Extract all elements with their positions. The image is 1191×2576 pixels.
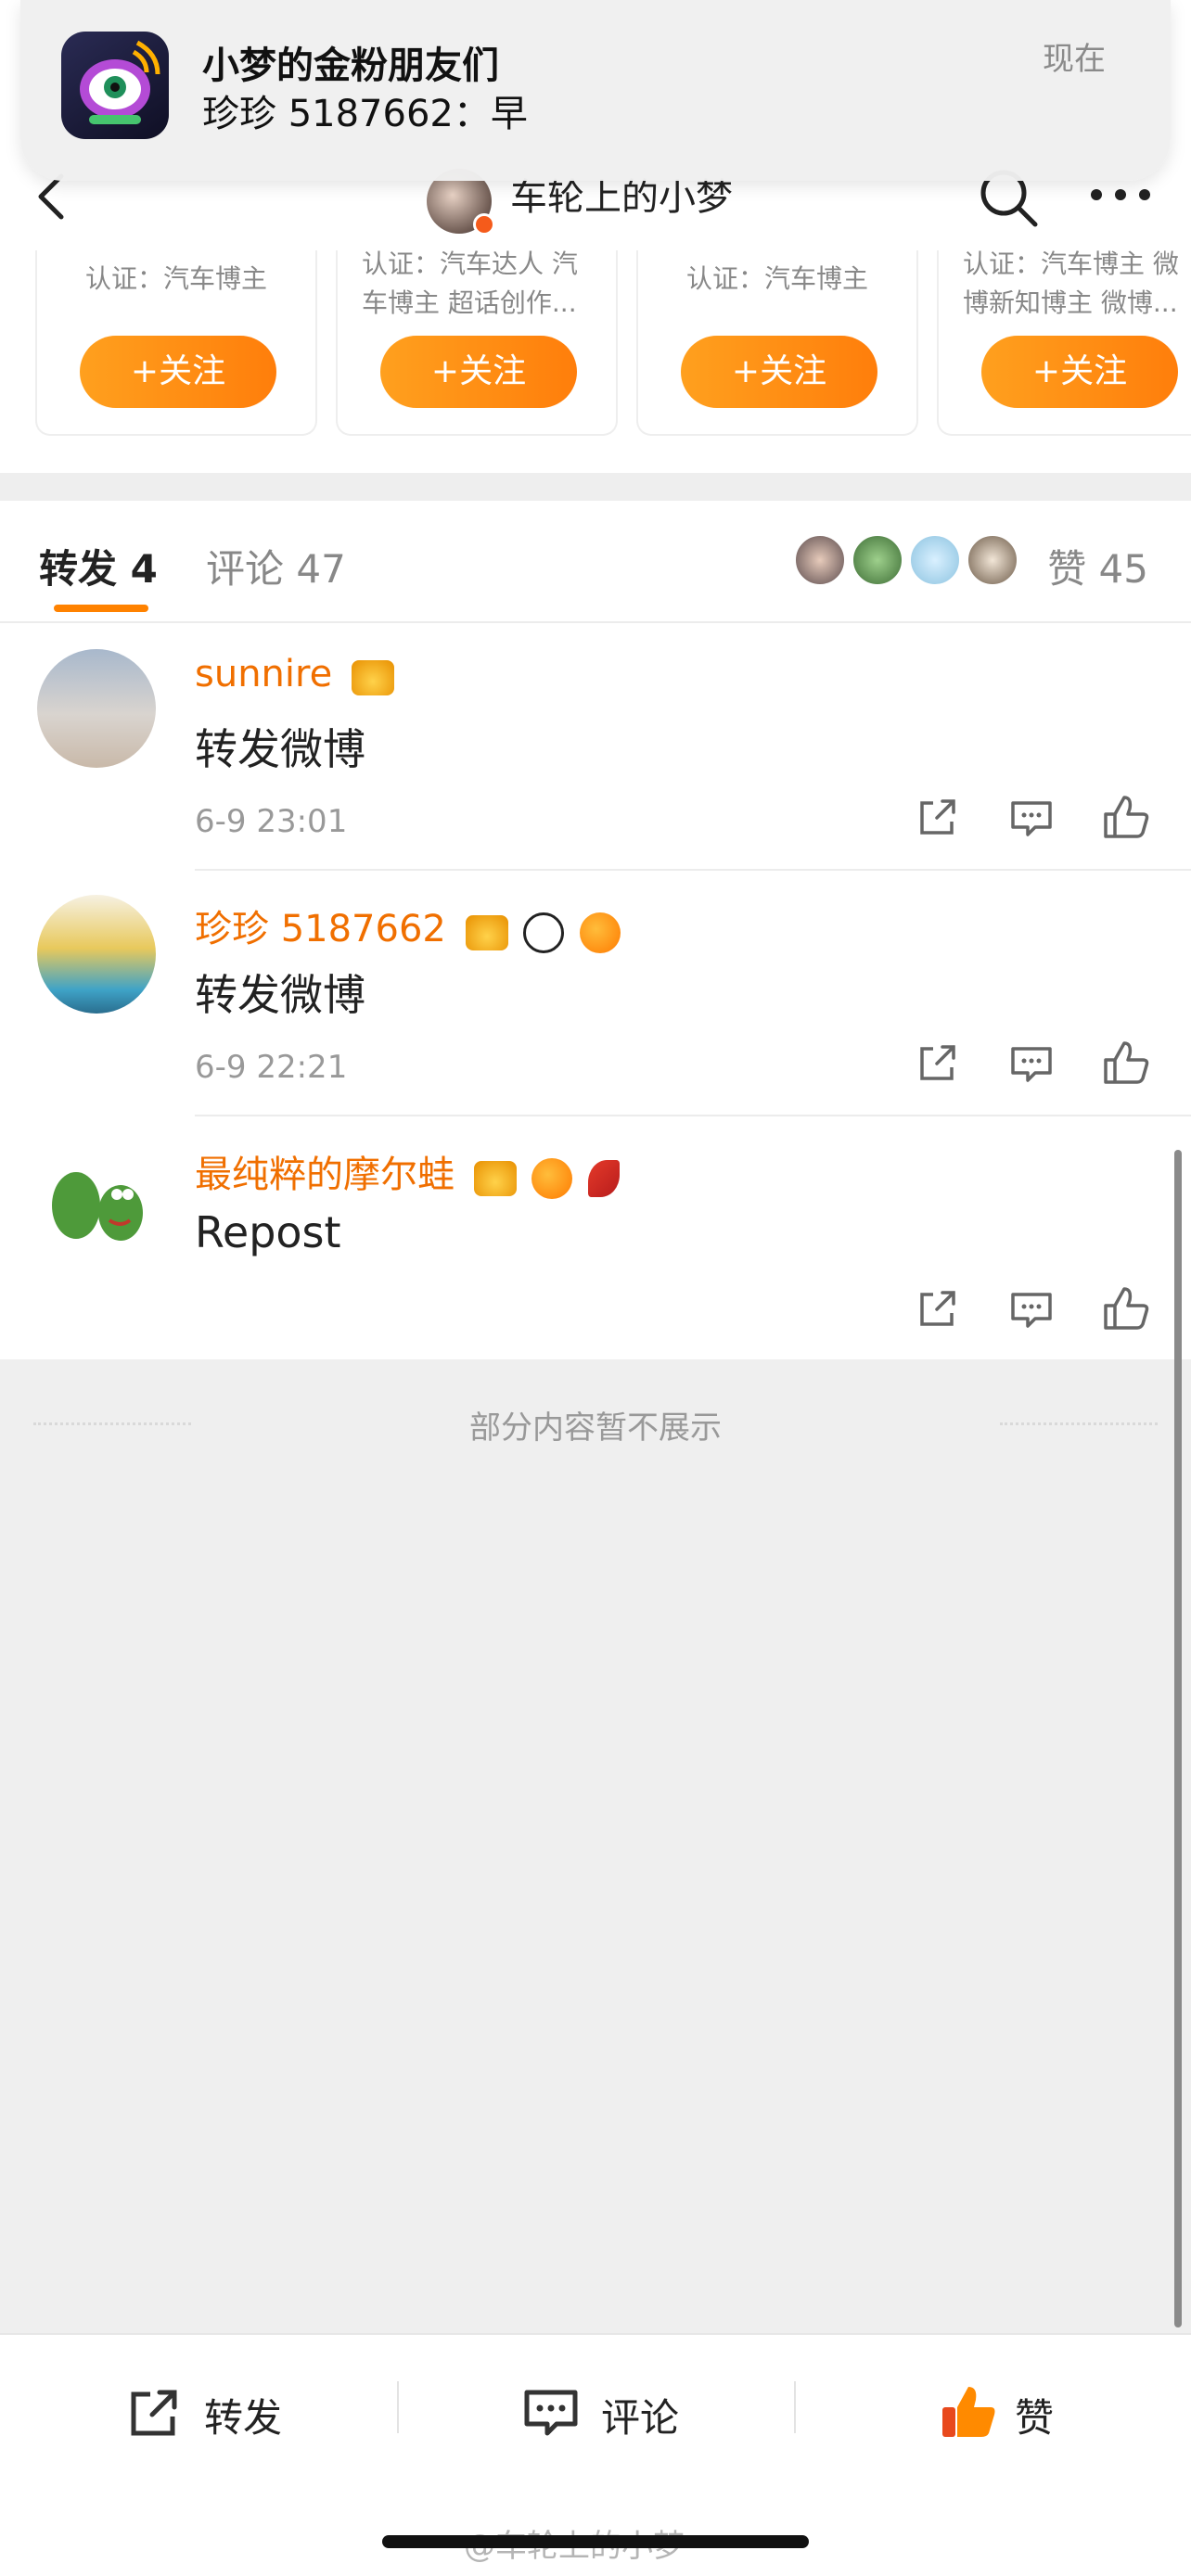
card-description: 认证：汽车达人 汽车博主 超话创作... — [362, 249, 578, 318]
comment-icon — [1011, 1293, 1052, 1328]
comment-button[interactable] — [1004, 790, 1059, 846]
avatar — [967, 534, 1018, 586]
follow-button[interactable]: +关注 — [681, 336, 877, 408]
verified-badge-icon — [473, 213, 495, 236]
comment-icon — [1011, 1047, 1052, 1082]
repost-content: 转发微博 — [195, 724, 365, 774]
frog-avatar-icon — [52, 1172, 143, 1241]
app-icon — [61, 32, 169, 139]
share-button[interactable] — [909, 1036, 965, 1091]
hidden-content-area: 部分内容暂不展示 — [0, 1359, 1191, 2333]
user-badges — [465, 910, 624, 953]
share-icon — [131, 2390, 177, 2436]
list-item[interactable]: sunnire 转发微博 6-9 23:01 — [0, 625, 1191, 871]
comment-icon — [524, 2390, 578, 2436]
tab-like[interactable]: 赞 45 — [1047, 538, 1148, 594]
avatar[interactable] — [37, 649, 156, 768]
crown-icon — [465, 914, 508, 950]
list-item[interactable]: 最纯粹的摩尔蛙 Repost — [0, 1116, 1191, 1362]
like-button[interactable] — [1098, 1282, 1154, 1337]
notification-banner[interactable]: 小梦的金粉朋友们 珍珍 5187662：早 现在 — [20, 0, 1171, 181]
fish-icon — [580, 912, 621, 953]
chili-icon — [588, 1159, 621, 1197]
like-label: 赞 — [1015, 2395, 1055, 2441]
repost-content: 转发微博 — [195, 970, 365, 1020]
panda-icon — [523, 912, 565, 953]
username-text[interactable]: sunnire — [195, 653, 332, 695]
tab-comment[interactable]: 评论 47 — [206, 538, 346, 594]
dotted-divider — [1000, 1422, 1158, 1425]
card-description: 认证：汽车博主 — [685, 263, 868, 294]
separator — [794, 2381, 796, 2433]
comment-button[interactable]: 评论 — [519, 2376, 705, 2450]
avatar[interactable] — [37, 1141, 156, 1259]
section-gap — [0, 473, 1191, 501]
notification-time: 现在 — [1043, 41, 1106, 78]
username-text[interactable]: 珍珍 5187662 — [195, 908, 446, 950]
username[interactable]: 最纯粹的摩尔蛙 — [195, 1144, 623, 1199]
separator — [397, 2381, 399, 2433]
recommend-card[interactable]: 认证：汽车博主 微博新知博主 微博... +关注 — [937, 249, 1191, 436]
repost-label: 转发 — [204, 2395, 283, 2441]
share-icon — [920, 1291, 955, 1326]
repost-time: 6-9 22:21 — [195, 1049, 348, 1086]
user-badges — [473, 1155, 623, 1199]
thumbs-up-icon — [1104, 796, 1149, 838]
tab-repost[interactable]: 转发 4 — [39, 538, 158, 594]
repost-time: 6-9 23:01 — [195, 803, 348, 840]
avatar — [852, 534, 903, 586]
recommended-users-strip[interactable]: 认证：汽车博主 +关注 认证：汽车达人 汽车博主 超话创作... +关注 认证：… — [0, 249, 1191, 436]
share-icon — [920, 799, 955, 835]
username-text[interactable]: 最纯粹的摩尔蛙 — [195, 1154, 455, 1196]
follow-button[interactable]: +关注 — [380, 336, 577, 408]
username[interactable]: sunnire — [195, 653, 398, 697]
card-description: 认证：汽车博主 — [84, 263, 267, 294]
share-button[interactable] — [909, 790, 965, 846]
card-description: 认证：汽车博主 微博新知博主 微博... — [963, 249, 1179, 318]
crown-icon — [351, 660, 394, 695]
comment-button[interactable] — [1004, 1282, 1059, 1337]
like-button[interactable] — [1098, 790, 1154, 846]
thumbs-up-icon — [942, 2387, 995, 2437]
thumbs-up-icon — [1104, 1287, 1149, 1330]
user-badges — [351, 655, 398, 697]
follow-button[interactable]: +关注 — [80, 336, 276, 408]
home-indicator[interactable] — [382, 2535, 809, 2548]
avatar[interactable] — [37, 895, 156, 1014]
scrollbar[interactable] — [1174, 1150, 1182, 2327]
avatar — [909, 534, 961, 586]
comment-icon — [1011, 801, 1052, 836]
crown-icon — [473, 1160, 517, 1196]
notification-body: 珍珍 5187662：早 — [202, 93, 528, 135]
share-button[interactable] — [909, 1282, 965, 1337]
like-button[interactable] — [1098, 1036, 1154, 1091]
follow-button[interactable]: +关注 — [981, 336, 1178, 408]
thumbs-up-icon — [1104, 1041, 1149, 1084]
username[interactable]: 珍珍 5187662 — [195, 899, 624, 953]
comment-button[interactable] — [1004, 1036, 1059, 1091]
liker-avatars[interactable] — [794, 534, 1026, 586]
like-button[interactable]: 赞 — [937, 2376, 1095, 2450]
interaction-tabs: 转发 4 评论 47 赞 45 — [0, 501, 1191, 623]
avatar — [794, 534, 846, 586]
repost-content: Repost — [195, 1207, 341, 1257]
fish-icon — [531, 1157, 573, 1199]
repost-button[interactable]: 转发 — [122, 2376, 308, 2450]
recommend-card[interactable]: 认证：汽车达人 汽车博主 超话创作... +关注 — [336, 249, 618, 436]
notification-title: 小梦的金粉朋友们 — [202, 45, 499, 87]
recommend-card[interactable]: 认证：汽车博主 +关注 — [35, 250, 317, 436]
recommend-card[interactable]: 认证：汽车博主 +关注 — [636, 250, 918, 436]
list-item[interactable]: 珍珍 5187662 转发微博 6-9 22:21 — [0, 871, 1191, 1116]
active-tab-indicator — [54, 605, 148, 612]
share-icon — [920, 1045, 955, 1080]
comment-label: 评论 — [601, 2395, 680, 2441]
